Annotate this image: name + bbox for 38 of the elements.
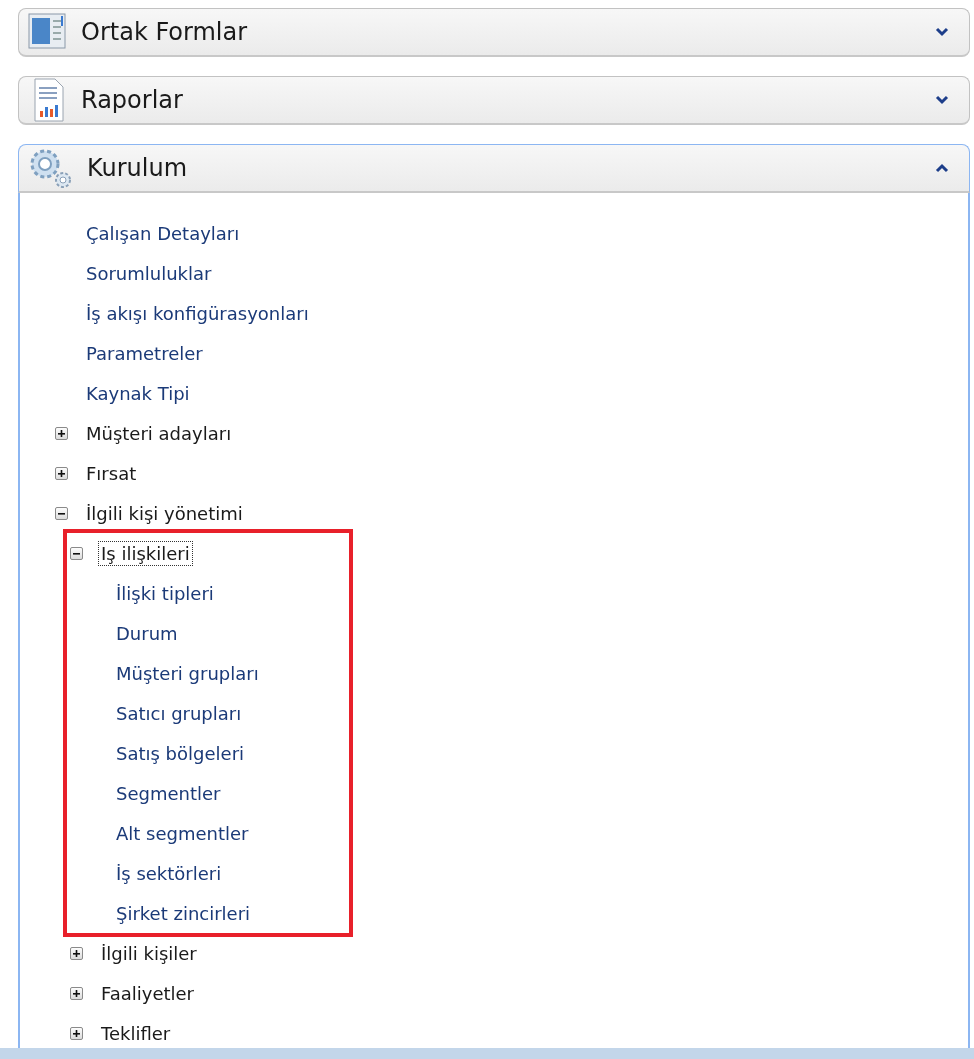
- panel-title: Raporlar: [81, 86, 184, 114]
- expand-icon[interactable]: [55, 426, 68, 440]
- expand-icon[interactable]: [55, 466, 68, 480]
- tree-node[interactable]: Iş ilişkileri: [99, 541, 192, 565]
- tree-link[interactable]: Sorumluluklar: [84, 261, 214, 285]
- collapse-icon[interactable]: [55, 506, 68, 520]
- form-icon: [27, 12, 67, 52]
- panel-title: Ortak Formlar: [81, 18, 249, 46]
- collapse-icon: [935, 163, 949, 173]
- tree-link[interactable]: Kaynak Tipi: [84, 381, 192, 405]
- tree-link[interactable]: Parametreler: [84, 341, 205, 365]
- expand-icon: [935, 95, 949, 105]
- panel-header[interactable]: Raporlar: [18, 76, 970, 125]
- expand-icon[interactable]: [70, 1026, 83, 1040]
- expand-icon[interactable]: [70, 946, 83, 960]
- tree-node[interactable]: Teklifler: [99, 1021, 173, 1045]
- panel-title: Kurulum: [87, 154, 189, 182]
- tree-link[interactable]: Müşteri grupları: [114, 661, 261, 685]
- expand-icon: [935, 27, 949, 37]
- tree-link[interactable]: Durum: [114, 621, 180, 645]
- tree-link[interactable]: Alt segmentler: [114, 821, 251, 845]
- tree-node[interactable]: Faaliyetler: [99, 981, 197, 1005]
- tree-link[interactable]: İş akışı konfigürasyonları: [84, 301, 311, 325]
- tree-link[interactable]: İş sektörleri: [114, 861, 224, 885]
- tree-link[interactable]: Satıcı grupları: [114, 701, 244, 725]
- panel-header[interactable]: Ortak Formlar: [18, 8, 970, 57]
- tree-node[interactable]: Fırsat: [84, 461, 139, 485]
- tree-node[interactable]: İlgili kişiler: [99, 941, 199, 965]
- tree-link[interactable]: Çalışan Detayları: [84, 221, 242, 245]
- tree-link[interactable]: İlişki tipleri: [114, 581, 216, 605]
- tree-link[interactable]: Segmentler: [114, 781, 223, 805]
- expand-icon[interactable]: [70, 986, 83, 1000]
- collapse-icon[interactable]: [70, 546, 83, 560]
- panel-header[interactable]: Kurulum: [18, 144, 970, 193]
- tree-node[interactable]: Müşteri adayları: [84, 421, 234, 445]
- tree-link[interactable]: Satış bölgeleri: [114, 741, 247, 765]
- tree-node[interactable]: İlgili kişi yönetimi: [84, 501, 245, 525]
- tree-link[interactable]: Şirket zincirleri: [114, 901, 253, 925]
